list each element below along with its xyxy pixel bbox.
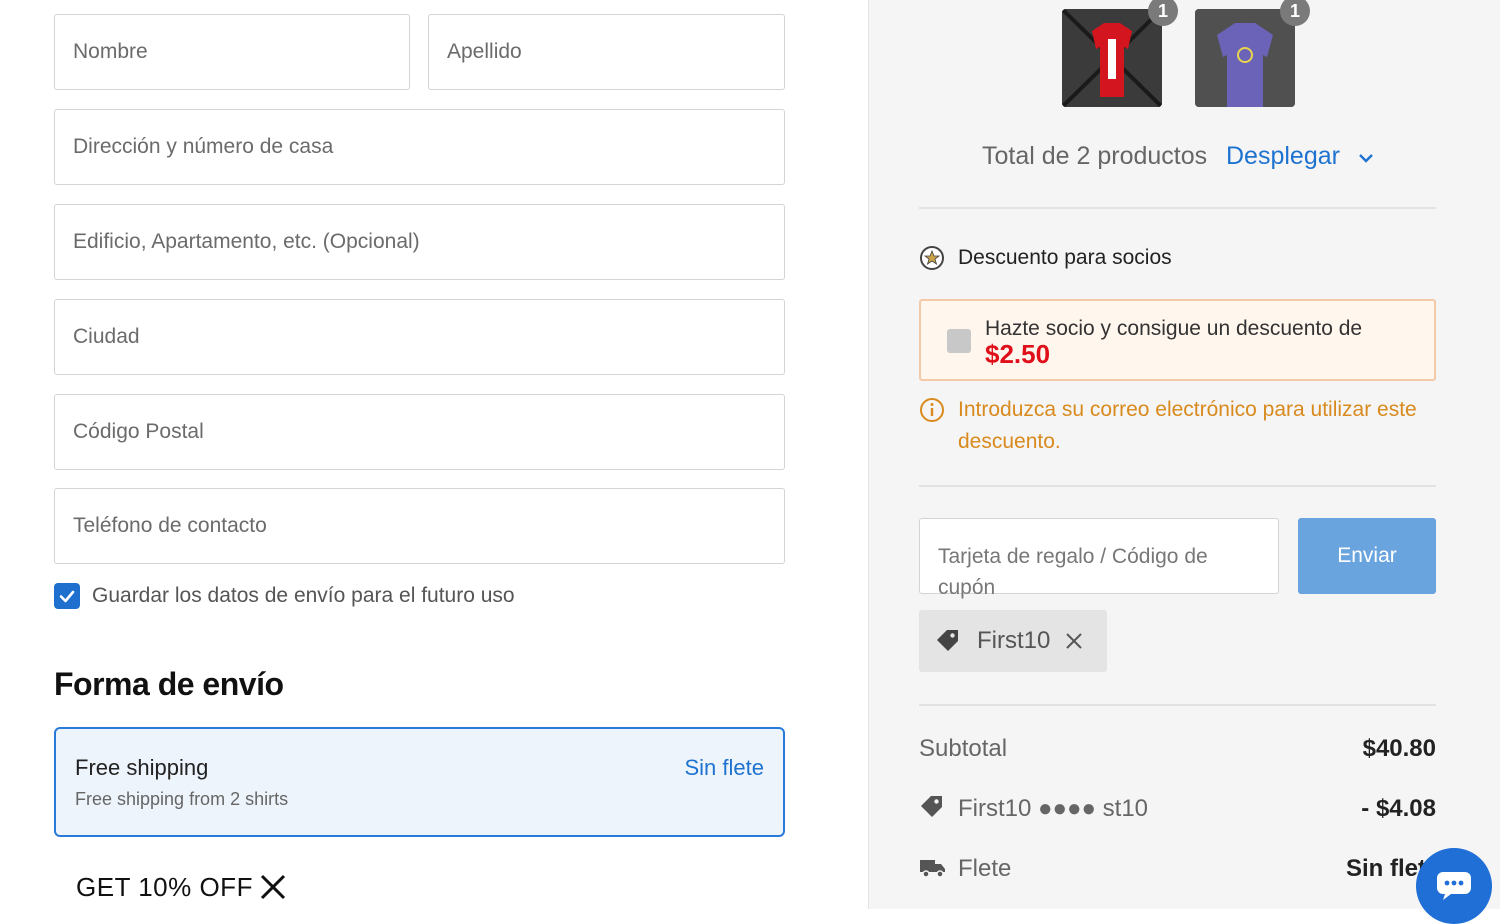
member-discount-title: Descuento para socios — [958, 246, 1172, 269]
coupon-submit-button[interactable]: Enviar — [1298, 518, 1436, 594]
chat-support-button[interactable] — [1416, 848, 1492, 924]
expand-cart-link[interactable]: Desplegar — [1226, 142, 1340, 171]
member-offer-text: Hazte socio y consigue un descuento de — [985, 317, 1363, 340]
postal-code-placeholder: Código Postal — [73, 420, 204, 443]
shipping-option-name: Free shipping — [75, 755, 209, 780]
address-placeholder: Dirección y número de casa — [73, 135, 334, 158]
city-field[interactable]: Ciudad — [54, 299, 785, 375]
truck-icon — [919, 856, 947, 880]
tag-icon — [935, 628, 961, 654]
divider — [919, 704, 1436, 706]
subtotal-label: Subtotal — [919, 735, 1008, 762]
remove-coupon-icon[interactable] — [1064, 631, 1084, 651]
first-name-placeholder: Nombre — [73, 40, 148, 63]
member-offer-amount: $2.50 — [985, 339, 1051, 369]
product-thumbnail[interactable] — [1195, 9, 1295, 107]
postal-code-field[interactable]: Código Postal — [54, 394, 785, 470]
subtotal-value: $40.80 — [1362, 735, 1436, 762]
phone-field[interactable]: Teléfono de contacto — [54, 488, 785, 564]
city-placeholder: Ciudad — [73, 325, 140, 348]
applied-coupon-tag: First10 — [919, 610, 1107, 672]
divider — [919, 207, 1436, 209]
member-email-warning: Introduzca su correo electrónico para ut… — [958, 398, 1417, 453]
shipping-fee-label: Flete — [958, 855, 1012, 882]
tag-icon — [919, 794, 945, 820]
promo-banner-text[interactable]: GET 10% OFF — [76, 872, 253, 903]
address2-placeholder: Edificio, Apartamento, etc. (Opcional) — [73, 230, 420, 253]
save-data-checkbox[interactable] — [54, 583, 80, 609]
member-offer-checkbox[interactable] — [947, 329, 971, 353]
member-badge-icon — [919, 245, 945, 271]
discount-value: - $4.08 — [1361, 795, 1436, 822]
shipping-method-title: Forma de envío — [54, 666, 284, 702]
info-icon — [919, 397, 945, 423]
last-name-placeholder: Apellido — [447, 40, 522, 63]
shipping-option-desc: Free shipping from 2 shirts — [75, 789, 289, 809]
product-thumbnail[interactable] — [1062, 9, 1162, 107]
coupon-placeholder: Tarjeta de regalo / Código de cupón — [938, 545, 1208, 599]
address-field[interactable]: Dirección y número de casa — [54, 109, 785, 185]
shipping-option-price: Sin flete — [684, 755, 765, 780]
phone-placeholder: Teléfono de contacto — [73, 514, 267, 537]
chevron-down-icon[interactable] — [1356, 148, 1376, 168]
first-name-field[interactable]: Nombre — [54, 14, 410, 90]
address2-field[interactable]: Edificio, Apartamento, etc. (Opcional) — [54, 204, 785, 280]
member-offer-box[interactable]: Hazte socio y consigue un descuento de $… — [919, 299, 1436, 381]
last-name-field[interactable]: Apellido — [428, 14, 785, 90]
applied-coupon-code: First10 — [977, 627, 1051, 654]
shipping-option-free[interactable]: Free shipping Free shipping from 2 shirt… — [54, 727, 785, 837]
divider — [919, 485, 1436, 487]
discount-label: First10 ●●●● st10 — [958, 795, 1149, 822]
checkmark-icon — [59, 590, 75, 603]
save-data-label: Guardar los datos de envío para el futur… — [92, 584, 515, 607]
promo-close-icon[interactable] — [258, 872, 288, 902]
coupon-input[interactable]: Tarjeta de regalo / Código de cupón — [919, 518, 1279, 599]
cart-total-count: Total de 2 productos — [982, 142, 1208, 170]
chat-icon — [1437, 872, 1471, 900]
